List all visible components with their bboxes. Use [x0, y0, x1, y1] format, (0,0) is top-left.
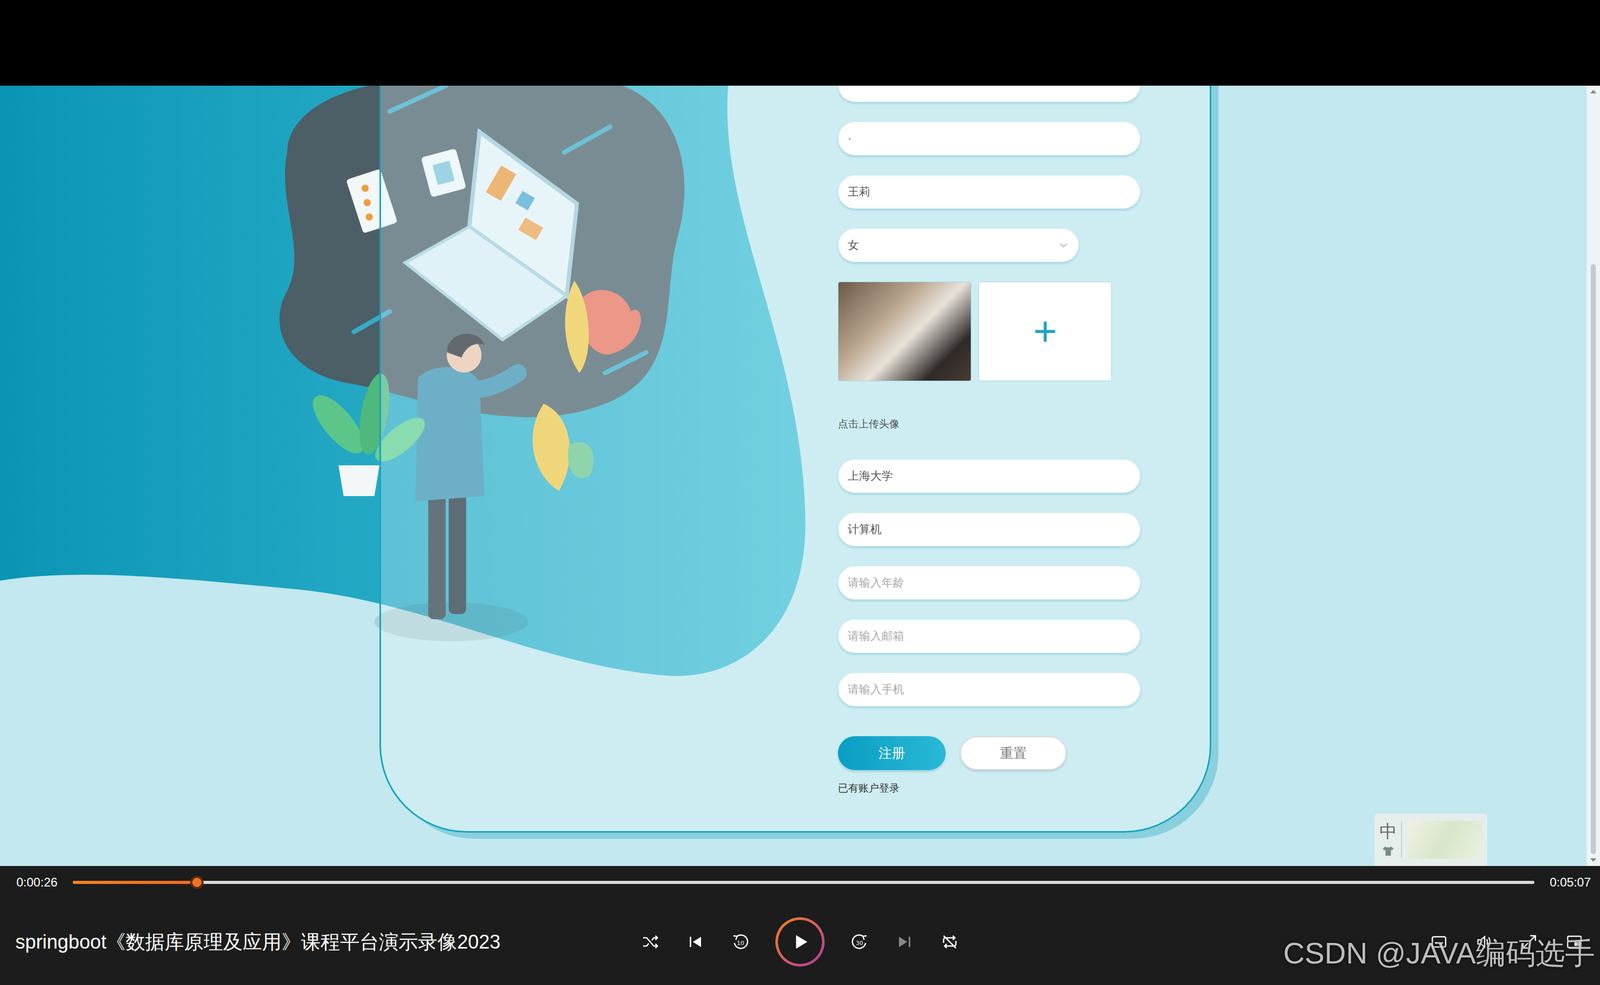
text-field[interactable]: 请输入手机 — [837, 672, 1141, 707]
button-row: 注册重置 — [837, 735, 1067, 770]
ime-skin-picture — [1407, 820, 1483, 859]
scroll-down-icon[interactable] — [1590, 857, 1597, 862]
scroll-track — [1586, 97, 1600, 854]
register-form: · 王莉女 + 点击上传头像上海大学计算机请输入年龄请输入邮箱请输入手机注册重置已有账… — [837, 85, 1210, 795]
scrollbar[interactable] — [1586, 85, 1600, 866]
previous-icon[interactable] — [685, 931, 706, 952]
shuffle-icon[interactable] — [640, 931, 661, 952]
playback-controls: 10 30 — [640, 916, 960, 967]
text-field[interactable]: 计算机 — [837, 512, 1141, 547]
text-field[interactable] — [837, 85, 1141, 103]
progress-fill — [72, 880, 197, 884]
chevron-down-icon — [1057, 239, 1070, 251]
play-button[interactable] — [775, 916, 825, 967]
letterbox-top — [0, 0, 1600, 86]
text-field[interactable]: 请输入邮箱 — [837, 618, 1141, 653]
text-field[interactable]: 请输入年龄 — [837, 565, 1141, 600]
scroll-thumb[interactable] — [1590, 264, 1596, 855]
text-field[interactable]: 王莉 — [837, 174, 1141, 209]
ime-widget[interactable]: 中 — [1374, 813, 1488, 866]
video-frame: · 王莉女 + 点击上传头像上海大学计算机请输入年龄请输入邮箱请输入手机注册重置已有账… — [0, 85, 1600, 866]
forward-icon[interactable]: 30 — [849, 931, 870, 952]
register-page: · 王莉女 + 点击上传头像上海大学计算机请输入年龄请输入邮箱请输入手机注册重置已有账… — [0, 85, 1587, 866]
total-time: 0:05:07 — [1549, 874, 1591, 890]
avatar-photo — [837, 281, 972, 382]
progress-knob[interactable] — [190, 875, 204, 889]
text-field[interactable]: · — [837, 121, 1141, 156]
rewind-icon[interactable]: 10 — [730, 931, 751, 952]
upload-hint: 点击上传头像 — [837, 416, 900, 431]
current-time: 0:00:26 — [16, 874, 58, 890]
login-link[interactable]: 已有账户登录 — [837, 781, 900, 795]
svg-text:30: 30 — [855, 939, 864, 947]
play-icon — [788, 930, 812, 953]
gender-select[interactable]: 女 — [837, 228, 1079, 263]
svg-text:10: 10 — [736, 939, 745, 947]
scroll-up-icon[interactable] — [1590, 89, 1597, 94]
screen: · 王莉女 + 点击上传头像上海大学计算机请输入年龄请输入邮箱请输入手机注册重置已有账… — [0, 0, 1600, 985]
video-title: springboot《数据库原理及应用》课程平台演示录像2023 — [15, 928, 640, 955]
text-field[interactable]: 上海大学 — [837, 458, 1141, 493]
play-button-face[interactable] — [777, 919, 823, 964]
progress-row: 0:00:26 0:05:07 — [0, 865, 1600, 899]
watermark: CSDN @JAVA编码选手 — [1283, 933, 1595, 974]
next-icon[interactable] — [894, 931, 915, 952]
add-photo-button[interactable]: + — [978, 281, 1112, 382]
skin-icon — [1381, 844, 1395, 858]
avatar-upload: + — [837, 281, 1112, 382]
reset-button[interactable]: 重置 — [960, 735, 1067, 770]
progress-bar[interactable] — [72, 880, 1535, 884]
register-card: · 王莉女 + 点击上传头像上海大学计算机请输入年龄请输入邮箱请输入手机注册重置已有账… — [379, 85, 1212, 833]
ime-mode[interactable]: 中 — [1379, 821, 1403, 857]
repeat-off-icon[interactable] — [939, 931, 960, 952]
register-button[interactable]: 注册 — [837, 735, 946, 770]
